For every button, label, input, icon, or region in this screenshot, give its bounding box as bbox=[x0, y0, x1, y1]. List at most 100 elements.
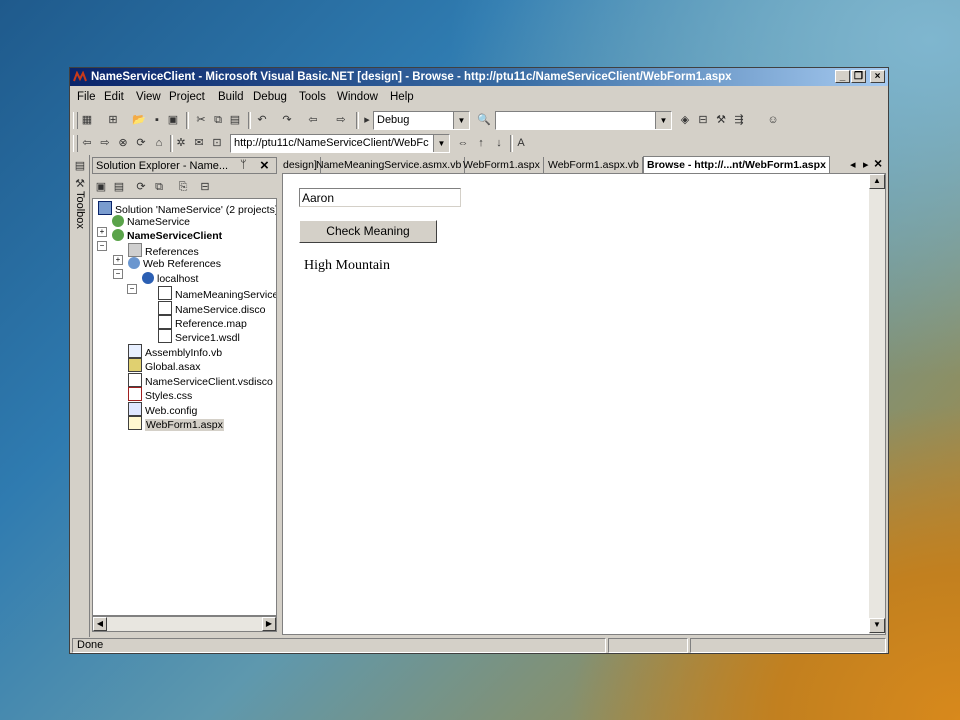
search-web-icon[interactable]: ✲ bbox=[174, 136, 188, 150]
tree-item[interactable]: Service1.wsdl bbox=[158, 329, 240, 344]
new-project-icon[interactable]: ▦ bbox=[80, 113, 94, 127]
sync-contents-icon[interactable]: ⇔ bbox=[456, 136, 470, 150]
scroll-right-icon[interactable]: ▶ bbox=[262, 617, 276, 631]
tree-item[interactable]: WebForm1.aspx bbox=[128, 416, 224, 431]
scroll-down-icon[interactable]: ▼ bbox=[869, 618, 885, 633]
menu-file[interactable]: File bbox=[77, 91, 96, 103]
tab-webform1-aspx-vb[interactable]: WebForm1.aspx.vb bbox=[545, 157, 643, 173]
vertical-scrollbar[interactable]: ▲ ▼ bbox=[869, 174, 885, 634]
tree-item[interactable]: Global.asax bbox=[128, 358, 200, 373]
back-icon[interactable]: ⇦ bbox=[80, 136, 94, 150]
scroll-left-icon[interactable]: ◀ bbox=[93, 617, 107, 631]
tree-item[interactable]: NameServiceClient bbox=[112, 229, 222, 243]
check-meaning-button[interactable]: Check Meaning bbox=[299, 220, 437, 243]
start-icon[interactable]: ▸ bbox=[360, 113, 374, 127]
tree-item[interactable]: localhost bbox=[142, 272, 198, 286]
undo-icon[interactable]: ↶ bbox=[255, 113, 269, 127]
tree-item[interactable]: AssemblyInfo.vb bbox=[128, 344, 222, 359]
refresh-icon[interactable]: ⟳ bbox=[134, 136, 148, 150]
redo-icon[interactable]: ↷ bbox=[280, 113, 294, 127]
home-icon[interactable]: ⌂ bbox=[152, 136, 166, 150]
find-combo[interactable]: ▼ bbox=[495, 111, 672, 130]
collapse-icon[interactable]: − bbox=[113, 269, 123, 279]
properties-icon[interactable]: ⊟ bbox=[198, 180, 212, 194]
tab-namemeaningservice-vb[interactable]: NameMeaningService.asmx.vb bbox=[313, 157, 466, 173]
tab-browse[interactable]: Browse - http://...nt/WebForm1.aspx bbox=[643, 156, 830, 173]
menu-debug[interactable]: Debug bbox=[253, 91, 287, 103]
next-topic-icon[interactable]: ↓ bbox=[492, 136, 506, 150]
copy-project-icon[interactable]: ⎘ bbox=[176, 180, 190, 194]
tree-item[interactable]: NameService.disco bbox=[158, 301, 265, 316]
open-file-icon[interactable]: 📂 bbox=[132, 113, 146, 127]
toolbox-icon[interactable]: ⚒ bbox=[714, 113, 728, 127]
copy-icon[interactable]: ⧉ bbox=[211, 113, 225, 127]
minimize-button[interactable]: _ bbox=[835, 70, 850, 83]
save-icon[interactable]: ▪ bbox=[150, 113, 164, 127]
find-in-files-icon[interactable]: 🔍 bbox=[477, 113, 491, 127]
view-designer-icon[interactable]: ▤ bbox=[112, 180, 126, 194]
navigate-forward-icon[interactable]: ⇨ bbox=[334, 113, 348, 127]
forward-icon[interactable]: ⇨ bbox=[98, 136, 112, 150]
toolbox-tab-label[interactable]: Toolbox bbox=[74, 191, 86, 229]
horizontal-scrollbar[interactable]: ◀ ▶ bbox=[92, 616, 277, 632]
tree-item[interactable]: Solution 'NameService' (2 projects) bbox=[98, 201, 276, 216]
menu-tools[interactable]: Tools bbox=[299, 91, 326, 103]
close-icon[interactable]: × bbox=[260, 157, 269, 174]
url-combo[interactable]: http://ptu11c/NameServiceClient/WebFc ▼ bbox=[230, 134, 450, 153]
tab-scroll-left-icon[interactable]: ◂ bbox=[850, 158, 856, 171]
properties-icon[interactable]: ⊟ bbox=[696, 113, 710, 127]
solution-explorer-icon[interactable]: ◈ bbox=[678, 113, 692, 127]
name-input[interactable]: Aaron bbox=[299, 188, 461, 207]
expand-icon[interactable]: + bbox=[113, 255, 123, 265]
refresh-icon[interactable]: ⟳ bbox=[134, 180, 148, 194]
web-browse-icon[interactable]: ⊡ bbox=[210, 136, 224, 150]
chevron-down-icon[interactable]: ▼ bbox=[453, 112, 469, 129]
menu-view[interactable]: View bbox=[136, 91, 161, 103]
add-item-icon[interactable]: ⊞ bbox=[106, 113, 120, 127]
menu-edit[interactable]: Edit bbox=[104, 91, 124, 103]
chevron-down-icon[interactable]: ▼ bbox=[655, 112, 671, 129]
expand-icon[interactable]: + bbox=[97, 227, 107, 237]
server-explorer-icon[interactable]: ▤ bbox=[73, 159, 87, 173]
tree-item[interactable]: Reference.map bbox=[158, 315, 247, 330]
tree-item[interactable]: Web.config bbox=[128, 402, 197, 417]
font-size-icon[interactable]: A bbox=[514, 136, 528, 150]
tree-item[interactable]: Web References bbox=[128, 257, 221, 271]
cut-icon[interactable]: ✂ bbox=[194, 113, 208, 127]
smiley-icon[interactable]: ☺ bbox=[766, 113, 780, 127]
restore-button[interactable]: ❐ bbox=[851, 70, 866, 83]
collapse-icon[interactable]: − bbox=[127, 284, 137, 294]
toolbar-grip[interactable] bbox=[73, 112, 78, 129]
stop-icon[interactable]: ⊗ bbox=[116, 136, 130, 150]
navigate-backward-icon[interactable]: ⇦ bbox=[306, 113, 320, 127]
scroll-up-icon[interactable]: ▲ bbox=[869, 174, 885, 189]
show-all-files-icon[interactable]: ⧉ bbox=[152, 180, 166, 194]
title-bar[interactable]: NameServiceClient - Microsoft Visual Bas… bbox=[70, 68, 888, 86]
menu-build[interactable]: Build bbox=[218, 91, 244, 103]
toolbar-grip[interactable] bbox=[73, 135, 78, 152]
collapse-icon[interactable]: − bbox=[97, 241, 107, 251]
pin-icon[interactable]: ᛘ bbox=[240, 159, 247, 171]
tree-item[interactable]: NameMeaningService. bbox=[158, 286, 276, 301]
solution-config-select[interactable]: Debug ▼ bbox=[373, 111, 470, 130]
tab-webform1-aspx[interactable]: WebForm1.aspx bbox=[460, 157, 544, 173]
close-document-icon[interactable]: × bbox=[874, 155, 882, 171]
save-all-icon[interactable]: ▣ bbox=[166, 113, 180, 127]
solution-explorer-header[interactable]: Solution Explorer - Name... ᛘ × bbox=[92, 157, 277, 174]
tree-item[interactable]: NameServiceClient.vsdisco bbox=[128, 373, 273, 388]
menu-help[interactable]: Help bbox=[390, 91, 414, 103]
tree-item[interactable]: Styles.css bbox=[128, 387, 192, 402]
menu-project[interactable]: Project bbox=[169, 91, 205, 103]
close-button[interactable]: × bbox=[870, 70, 885, 83]
view-code-icon[interactable]: ▣ bbox=[94, 180, 108, 194]
chevron-down-icon[interactable]: ▼ bbox=[433, 135, 449, 152]
favorites-icon[interactable]: ✉ bbox=[192, 136, 206, 150]
tab-scroll-right-icon[interactable]: ▸ bbox=[863, 158, 869, 171]
tree-item[interactable]: NameService bbox=[112, 215, 190, 229]
class-view-icon[interactable]: ⇶ bbox=[732, 113, 746, 127]
previous-topic-icon[interactable]: ↑ bbox=[474, 136, 488, 150]
tree-item[interactable]: References bbox=[128, 243, 199, 258]
paste-icon[interactable]: ▤ bbox=[228, 113, 242, 127]
toolbox-tab-icon[interactable]: ⚒ bbox=[73, 177, 87, 191]
menu-window[interactable]: Window bbox=[337, 91, 378, 103]
